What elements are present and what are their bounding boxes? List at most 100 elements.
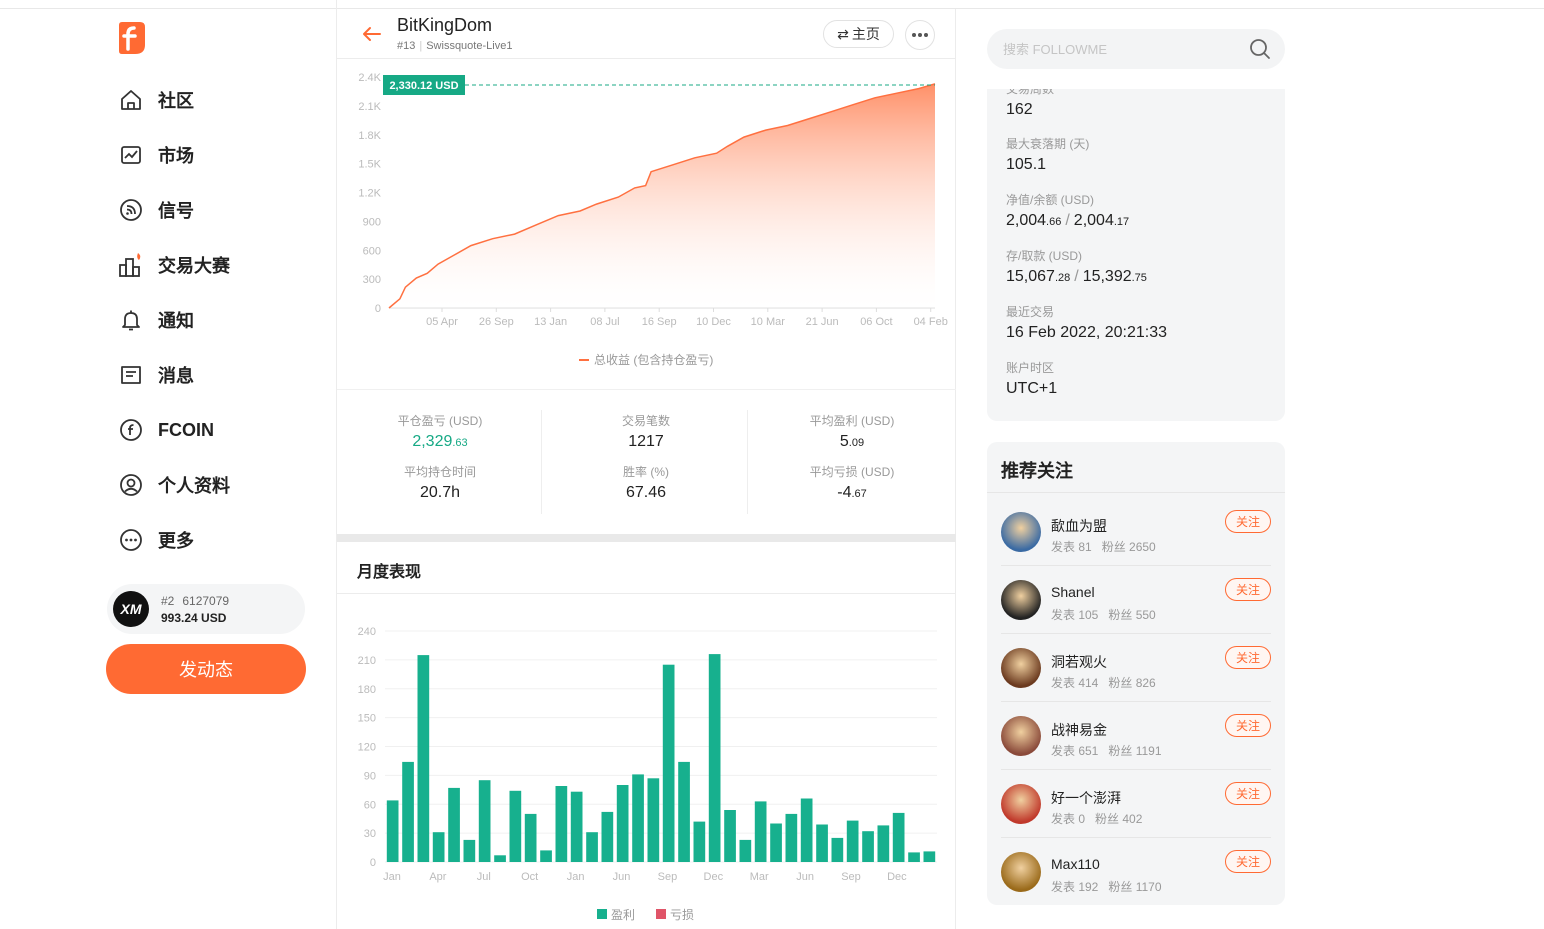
y-tick-label: 1.5K bbox=[358, 159, 381, 171]
x-tick-label: Sep bbox=[841, 871, 861, 883]
user-name[interactable]: Shanel bbox=[1051, 584, 1095, 600]
x-tick-label: 26 Sep bbox=[479, 316, 514, 328]
nav-item-market[interactable]: 市场 bbox=[118, 140, 194, 170]
nav-item-competition[interactable]: 交易大赛 bbox=[118, 250, 230, 280]
nav-item-profile[interactable]: 个人资料 bbox=[118, 470, 230, 500]
follow-button[interactable]: 关注 bbox=[1225, 850, 1271, 873]
divider bbox=[541, 410, 542, 514]
x-tick-label: Jun bbox=[613, 871, 631, 883]
bar bbox=[816, 824, 828, 862]
y-tick-label: 900 bbox=[363, 216, 381, 228]
equity-chart: 2.4K 2.1K 1.8K 1.5K 1.2K 900 600 300 0 05 Apr 26 S… bbox=[358, 72, 947, 367]
bar bbox=[662, 664, 675, 862]
x-tick-label: Sep bbox=[658, 871, 678, 883]
search-input[interactable] bbox=[1003, 39, 1233, 59]
info-timezone: 账户时区 UTC+1 bbox=[1006, 359, 1057, 398]
equity-legend: 总收益 (包含持仓盈亏) bbox=[594, 352, 713, 367]
recommend-user-item[interactable]: Shanel 发表 105 粉丝 550 关注 bbox=[1001, 566, 1271, 634]
user-posts-count: 发表 651 bbox=[1051, 744, 1099, 758]
user-name[interactable]: 战神易金 bbox=[1051, 720, 1107, 740]
follow-button[interactable]: 关注 bbox=[1225, 646, 1271, 669]
nav-label: 交易大赛 bbox=[158, 256, 230, 276]
bar bbox=[509, 790, 522, 862]
search-icon[interactable] bbox=[1249, 38, 1271, 60]
recommend-user-item[interactable]: 战神易金 发表 651 粉丝 1191 关注 bbox=[1001, 702, 1271, 770]
user-name[interactable]: 好一个澎湃 bbox=[1051, 788, 1121, 808]
bar bbox=[570, 791, 583, 862]
nav-item-signal[interactable]: 信号 bbox=[118, 195, 194, 225]
bar bbox=[448, 787, 460, 862]
recommend-user-item[interactable]: 歃血为盟 发表 81 粉丝 2650 关注 bbox=[1001, 498, 1271, 566]
user-posts-count: 发表 414 bbox=[1051, 676, 1099, 690]
nav-label: 市场 bbox=[158, 146, 194, 166]
bar bbox=[908, 852, 920, 862]
nav-item-more[interactable]: 更多 bbox=[118, 525, 194, 555]
competition-icon bbox=[118, 252, 144, 278]
divider bbox=[987, 492, 1285, 493]
back-arrow-icon[interactable] bbox=[361, 23, 383, 45]
user-name[interactable]: Max110 bbox=[1051, 856, 1100, 872]
user-avatar[interactable] bbox=[1001, 716, 1041, 756]
x-tick-label: 10 Dec bbox=[696, 316, 731, 328]
x-tick-label: Oct bbox=[521, 871, 538, 883]
nav-item-community[interactable]: 社区 bbox=[118, 85, 194, 115]
home-button[interactable]: ⇄ 主页 bbox=[823, 20, 894, 48]
x-tick-label: 10 Mar bbox=[751, 316, 786, 328]
nav-label: 社区 bbox=[158, 91, 194, 111]
user-avatar[interactable] bbox=[1001, 784, 1041, 824]
nav-item-notifications[interactable]: 通知 bbox=[118, 305, 194, 335]
bar bbox=[708, 654, 721, 862]
follow-button[interactable]: 关注 bbox=[1225, 578, 1271, 601]
follow-button[interactable]: 关注 bbox=[1225, 782, 1271, 805]
user-avatar[interactable] bbox=[1001, 512, 1041, 552]
avg-loss-value: -4.67 bbox=[837, 484, 867, 501]
follow-button[interactable]: 关注 bbox=[1225, 510, 1271, 533]
bar bbox=[524, 813, 537, 862]
recommend-user-item[interactable]: Max110 发表 192 粉丝 1170 关注 bbox=[1001, 838, 1271, 906]
bar bbox=[785, 813, 798, 862]
recommend-user-item[interactable]: 好一个澎湃 发表 0 粉丝 402 关注 bbox=[1001, 770, 1271, 838]
y-tick-label: 210 bbox=[358, 655, 376, 667]
bar bbox=[739, 839, 752, 862]
fcoin-icon bbox=[118, 417, 144, 443]
stat-col-1: 平仓盈亏 (USD) 2,329.63 平均持仓时间 20.7h bbox=[337, 412, 543, 502]
nav-label: 个人资料 bbox=[158, 476, 230, 496]
user-name[interactable]: 歃血为盟 bbox=[1051, 516, 1107, 536]
user-fans-count: 粉丝 2650 bbox=[1101, 540, 1156, 554]
y-tick-label: 180 bbox=[358, 684, 376, 696]
user-avatar[interactable] bbox=[1001, 580, 1041, 620]
trades-value: 1217 bbox=[628, 433, 664, 450]
more-icon bbox=[118, 527, 144, 553]
divider bbox=[337, 593, 956, 594]
user-avatar[interactable] bbox=[1001, 852, 1041, 892]
user-name[interactable]: 洞若观火 bbox=[1051, 652, 1107, 672]
max-dd-label: 最大衰落期 (天) bbox=[1006, 137, 1090, 151]
follow-button[interactable]: 关注 bbox=[1225, 714, 1271, 737]
recommend-user-item[interactable]: 洞若观火 发表 414 粉丝 826 关注 bbox=[1001, 634, 1271, 702]
post-button[interactable]: 发动态 bbox=[106, 644, 306, 694]
y-tick-label: 90 bbox=[364, 770, 376, 782]
x-tick-label: Jun bbox=[796, 871, 814, 883]
y-tick-label: 0 bbox=[370, 857, 376, 869]
user-avatar[interactable] bbox=[1001, 648, 1041, 688]
bar bbox=[555, 786, 568, 862]
nav-item-messages[interactable]: 消息 bbox=[118, 360, 194, 390]
nav-item-fcoin[interactable]: FCOIN bbox=[118, 415, 214, 445]
timezone-label: 账户时区 bbox=[1006, 361, 1055, 375]
y-tick-label: 120 bbox=[358, 742, 376, 754]
closed-pl-value: 2,329.63 bbox=[412, 433, 468, 450]
x-tick-label: Jan bbox=[567, 871, 585, 883]
bar bbox=[632, 774, 644, 862]
x-tick-label: 08 Jul bbox=[590, 316, 619, 328]
deposit-label: 存/取款 (USD) bbox=[1006, 249, 1082, 263]
followme-logo-icon[interactable] bbox=[115, 21, 147, 55]
bar bbox=[478, 780, 491, 862]
account-card[interactable]: XM #2 6127079 993.24 USD bbox=[107, 584, 305, 634]
more-options-button[interactable] bbox=[905, 20, 935, 50]
legend-swatch-profit bbox=[597, 909, 607, 919]
search-box bbox=[987, 29, 1285, 69]
recommend-card: 推荐关注 歃血为盟 发表 81 粉丝 2650 关注 Shanel 发表 105 粉丝 55… bbox=[987, 442, 1285, 905]
divider bbox=[747, 410, 748, 514]
y-tick-label: 1.8K bbox=[358, 130, 381, 142]
y-tick-label: 600 bbox=[363, 245, 381, 257]
